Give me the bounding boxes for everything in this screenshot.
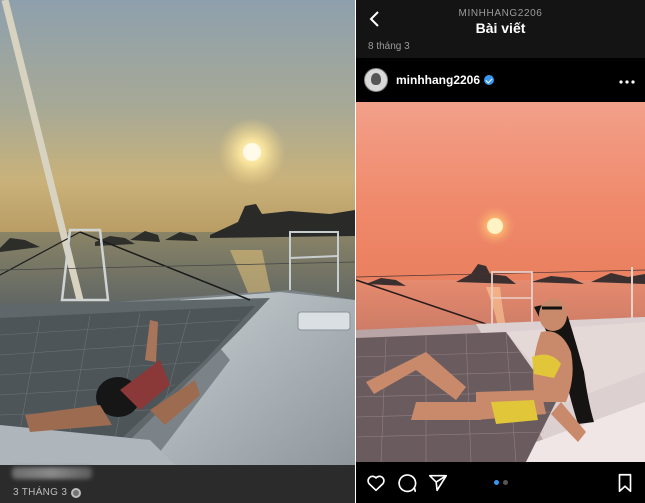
post-action-bar [356,462,645,503]
bookmark-icon [618,473,632,493]
username-link[interactable]: minhhang2206 [396,73,495,87]
header-username: MINHHANG2206 [458,8,543,19]
save-button[interactable] [614,472,636,494]
avatar[interactable] [364,68,388,92]
top-nav-bar: MINHHANG2206 Bài viết [356,0,645,40]
like-button[interactable] [365,472,387,494]
instagram-post-screen: MINHHANG2206 Bài viết 8 tháng 3 minhhang… [356,0,645,503]
send-icon [428,474,448,492]
page-title: Bài viết [475,20,526,36]
carousel-dot [503,480,508,485]
left-post-photo [0,0,355,465]
comment-button[interactable] [396,472,418,494]
post-date-row: 8 tháng 3 [356,40,645,58]
left-post-date-text: 3 THÁNG 3 [13,487,68,498]
post-photo[interactable] [356,102,645,462]
blurred-username [12,467,92,479]
username-text: minhhang2206 [396,73,481,87]
comment-icon [398,474,417,493]
left-post-footer: 3 THÁNG 3 [0,465,355,503]
more-options-button[interactable] [617,72,637,86]
globe-icon [71,487,82,498]
share-button[interactable] [427,472,449,494]
more-horizontal-icon [619,80,635,84]
left-post-date: 3 THÁNG 3 [13,487,82,498]
heart-icon [367,475,385,492]
carousel-dot-active [494,480,499,485]
left-post: 3 THÁNG 3 [0,0,355,503]
verified-badge-icon [484,75,495,85]
post-date: 8 tháng 3 [368,41,410,52]
carousel-indicator [494,480,508,485]
post-author-row: minhhang2206 [356,58,645,102]
